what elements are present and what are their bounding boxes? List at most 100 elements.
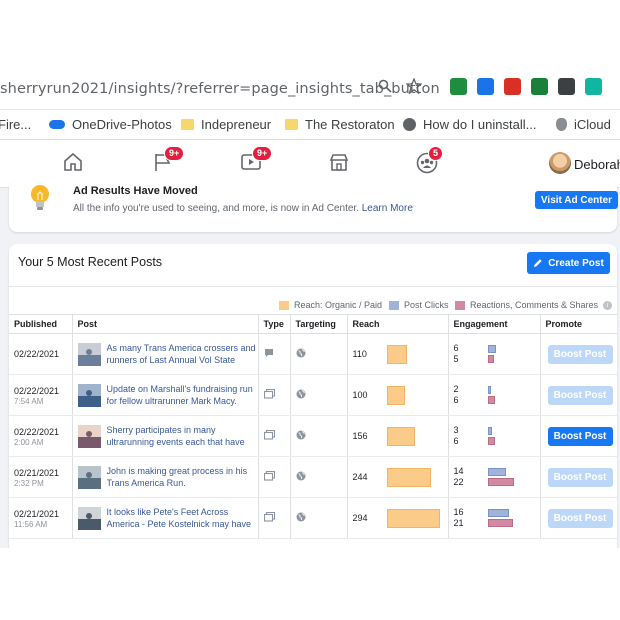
post-time: 2:32 PM (14, 478, 44, 488)
acrobat-icon[interactable] (504, 78, 521, 95)
browser-window: sherryrun2021/insights/?referrer=page_in… (0, 68, 620, 548)
post-cell[interactable]: Sherry participates in many ultrarunning… (71, 415, 258, 457)
skype-icon[interactable] (477, 78, 494, 95)
published-cell: 02/21/2021 2:32 PM (9, 456, 72, 498)
bookmark-label: Indepreneur (201, 117, 272, 132)
post-thumbnail[interactable] (77, 383, 101, 407)
create-post-label: Create Post (548, 257, 604, 269)
post-date: 02/22/2021 (14, 426, 60, 437)
notification-badge: 9+ (164, 146, 185, 161)
reactions-bar (487, 437, 495, 445)
profile-name[interactable]: Deborah (574, 157, 620, 172)
post-link[interactable]: As many Trans America crossers and runne… (107, 342, 257, 366)
table-row[interactable]: 02/22/2021 As many Trans America crossers… (9, 333, 617, 375)
pages-tab[interactable]: 9+ (152, 146, 185, 177)
photo-album-icon (263, 388, 275, 399)
grammarly-icon[interactable] (585, 78, 602, 95)
table-row[interactable]: 02/22/2021 7:54 AM Update on Marshall's fu… (9, 374, 617, 416)
groups-tab[interactable]: 5 (416, 146, 444, 179)
table-row[interactable]: 02/21/2021 2:32 PM John is making great pr… (9, 456, 617, 498)
mail-icon[interactable] (558, 78, 575, 95)
reach-value: 294 (352, 513, 368, 523)
recent-posts-card: Your 5 Most Recent Posts Create Post Rea… (9, 244, 617, 548)
reactions-bar (487, 519, 513, 527)
post-thumbnail[interactable] (77, 506, 101, 530)
bookmark-label: Fire... (0, 117, 32, 132)
search-icon[interactable] (378, 79, 392, 93)
star-icon[interactable] (406, 78, 422, 94)
legend-swatch (279, 300, 289, 310)
legend-label: Reach: Organic / Paid (294, 300, 383, 310)
watch-tab[interactable]: 9+ (240, 146, 273, 177)
boost-post-button[interactable]: Boost Post (547, 344, 613, 364)
divider (9, 286, 617, 287)
targeting-cell (289, 415, 347, 457)
bookmark-item[interactable]: OneDrive-Photos (49, 117, 172, 132)
boost-post-button[interactable]: Boost Post (547, 385, 613, 405)
legend-label: Post Clicks (404, 300, 449, 310)
engagement-cell: 26 (447, 374, 540, 416)
globe-icon (296, 471, 305, 481)
post-clicks-bar (487, 345, 496, 353)
engagement-cell: 16 21 (447, 497, 540, 539)
post-time: 7:54 AM (14, 396, 44, 406)
post-link[interactable]: Sherry participates in many ultrarunning… (107, 424, 257, 448)
globe-icon (296, 348, 305, 358)
status-icon (264, 349, 273, 357)
extension-icon[interactable] (531, 78, 548, 95)
info-icon[interactable]: i (603, 300, 613, 310)
globe-icon (403, 118, 416, 131)
bookmark-item[interactable]: How do I uninstall... (403, 117, 536, 132)
bookmark-item[interactable]: The Restoraton (285, 117, 395, 132)
targeting-cell (289, 374, 347, 416)
post-thumbnail[interactable] (77, 342, 101, 366)
post-link[interactable]: John is making great process in his Tran… (107, 465, 257, 489)
ad-results-notice: Ad Results Have Moved All the info you'r… (9, 180, 618, 232)
column-header: Targeting (289, 314, 347, 334)
notification-badge: 5 (428, 146, 444, 161)
post-link[interactable]: Update on Marshall's fundraising run for… (107, 383, 257, 407)
google-drive-icon[interactable] (450, 78, 467, 95)
bookmark-item[interactable]: Fire... (0, 117, 31, 132)
post-link[interactable]: It looks like Pete's Feet Across America… (107, 506, 257, 530)
extension-toolbar (450, 78, 602, 95)
bookmark-item[interactable]: Indepreneur (181, 117, 271, 132)
home-tab[interactable] (62, 152, 84, 177)
promote-cell: Boost Post (539, 374, 617, 416)
visit-ad-center-button[interactable]: Visit Ad Center (535, 191, 618, 209)
table-row[interactable]: 02/21/2021 11:56 AM It looks like Pete's F… (9, 497, 617, 539)
url-text[interactable]: sherryrun2021/insights/?referrer=page_in… (0, 81, 440, 97)
boost-post-button[interactable]: Boost Post (547, 467, 613, 487)
column-header: Type (257, 314, 290, 334)
bookmark-label: OneDrive-Photos (72, 117, 172, 132)
targeting-cell (289, 497, 347, 539)
marketplace-tab[interactable] (328, 152, 350, 177)
published-cell: 02/22/2021 7:54 AM (9, 374, 72, 416)
reach-value: 156 (352, 431, 368, 441)
reach-bar (386, 426, 415, 446)
type-cell (257, 415, 290, 457)
bookmark-item[interactable]: iCloud (556, 117, 611, 132)
boost-post-button[interactable]: Boost Post (547, 508, 613, 528)
boost-post-button[interactable]: Boost Post (547, 426, 613, 446)
type-cell (257, 456, 290, 498)
folder-icon (285, 119, 298, 130)
post-date: 02/21/2021 (14, 508, 60, 519)
promote-cell: Boost Post (539, 497, 617, 539)
reactions-bar (487, 355, 494, 363)
post-cell[interactable]: John is making great process in his Tran… (71, 456, 258, 498)
column-header: Post (71, 314, 258, 334)
notice-text: All the info you're used to seeing, and … (73, 203, 359, 214)
create-post-button[interactable]: Create Post (527, 252, 610, 274)
type-cell (257, 497, 290, 539)
post-cell[interactable]: It looks like Pete's Feet Across America… (71, 497, 258, 539)
table-row[interactable]: 02/22/2021 2:00 AM Sherry participates in … (9, 415, 617, 457)
learn-more-link[interactable]: Learn More (362, 203, 413, 214)
post-thumbnail[interactable] (77, 424, 101, 448)
reactions-bar (487, 478, 514, 486)
avatar[interactable] (549, 152, 571, 174)
address-bar[interactable]: sherryrun2021/insights/?referrer=page_in… (0, 68, 620, 110)
post-cell[interactable]: As many Trans America crossers and runne… (71, 333, 258, 375)
post-cell[interactable]: Update on Marshall's fundraising run for… (71, 374, 258, 416)
post-thumbnail[interactable] (77, 465, 101, 489)
